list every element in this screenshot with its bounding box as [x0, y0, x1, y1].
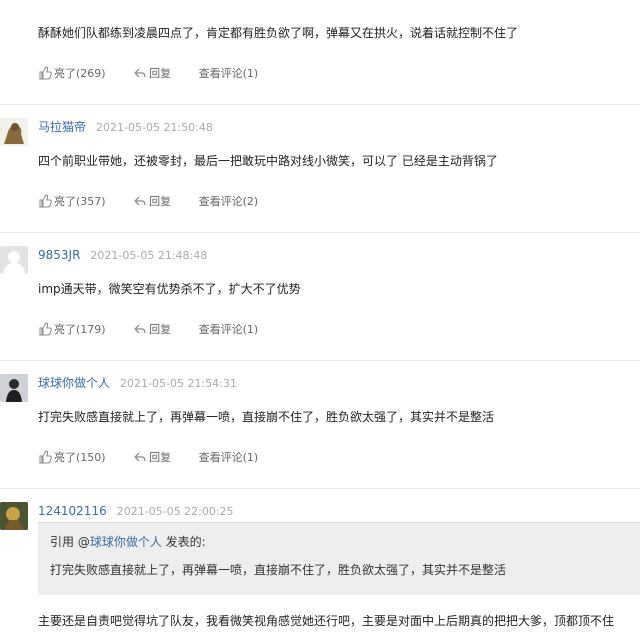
view-comments-label: 查看评论(1)	[198, 451, 259, 464]
quote-block: 引用 @球球你做个人 发表的: 打完失败感直接就上了，再弹幕一喷，直接崩不住了，…	[38, 522, 640, 595]
reply-button[interactable]: 回复	[133, 322, 171, 338]
thumbs-up-icon	[39, 450, 52, 464]
comment-item: 马拉猫帝 2021-05-05 21:50:48 四个前职业带她，还被零封，最后一…	[0, 104, 640, 233]
quote-header: 引用 @球球你做个人 发表的:	[50, 533, 206, 550]
like-count: 亮了(179)	[54, 323, 106, 336]
comment-content: 酥酥她们队都练到凌晨四点了，肯定都有胜负欲了啊，弹幕又在拱火，说着话就控制不住了	[38, 26, 519, 40]
comment-actions: 亮了(179) 回复 查看评论(1)	[38, 322, 282, 338]
timestamp: 2021-05-05 21:50:48	[96, 121, 213, 134]
like-button[interactable]: 亮了(179)	[38, 322, 106, 338]
comment-meta: 9853JR 2021-05-05 21:48:48	[38, 246, 207, 262]
username[interactable]: 球球你做个人	[38, 376, 110, 390]
username[interactable]: 马拉猫帝	[38, 120, 86, 134]
reply-label: 回复	[149, 451, 172, 464]
reply-button[interactable]: 回复	[133, 66, 171, 82]
comment-actions: 亮了(357) 回复 查看评论(2)	[38, 194, 282, 210]
like-button[interactable]: 亮了(150)	[38, 450, 106, 466]
reply-label: 回复	[149, 67, 172, 80]
avatar[interactable]	[0, 118, 28, 146]
avatar[interactable]	[0, 374, 28, 402]
quote-suffix: 发表的:	[161, 535, 206, 549]
avatar[interactable]	[0, 502, 28, 530]
reply-arrow-icon	[134, 68, 146, 78]
username[interactable]: 9853JR	[38, 248, 80, 262]
thumbs-up-icon	[39, 322, 52, 336]
reply-arrow-icon	[134, 452, 146, 462]
comment-item: 9853JR 2021-05-05 21:48:48 imp通天带，微笑空有优势杀…	[0, 232, 640, 361]
timestamp: 2021-05-05 22:00:25	[116, 505, 234, 518]
view-comments-label: 查看评论(2)	[198, 195, 259, 208]
like-count: 亮了(357)	[54, 195, 106, 208]
comment-content: 四个前职业带她，还被零封，最后一把敢玩中路对线小微笑，可以了 已经是主动背锅了	[38, 154, 498, 168]
view-comments-label: 查看评论(1)	[198, 67, 259, 80]
quote-text: 打完失败感直接就上了，再弹幕一喷，直接崩不住了，胜负欲太强了，其实并不是整活	[50, 563, 507, 577]
view-comments-link[interactable]: 查看评论(1)	[199, 322, 259, 338]
comment-actions: 亮了(150) 回复 查看评论(1)	[38, 450, 282, 466]
reply-arrow-icon	[134, 324, 146, 334]
reply-label: 回复	[149, 195, 172, 208]
like-count: 亮了(150)	[54, 451, 106, 464]
timestamp: 2021-05-05 21:48:48	[90, 249, 208, 262]
view-comments-label: 查看评论(1)	[198, 323, 259, 336]
comment-meta: 马拉猫帝 2021-05-05 21:50:48	[38, 118, 213, 134]
avatar[interactable]	[0, 246, 28, 274]
timestamp: 2021-05-05 21:54:31	[120, 377, 237, 390]
quote-username[interactable]: 球球你做个人	[90, 535, 162, 549]
thumbs-up-icon	[39, 66, 52, 80]
like-button[interactable]: 亮了(269)	[38, 66, 106, 82]
comment-content: imp通天带，微笑空有优势杀不了，扩大不了优势	[38, 282, 301, 296]
thumbs-up-icon	[39, 194, 52, 208]
username[interactable]: 124102116	[38, 504, 107, 518]
reply-button[interactable]: 回复	[133, 450, 171, 466]
reply-label: 回复	[149, 323, 172, 336]
comment-actions: 亮了(269) 回复 查看评论(1)	[38, 66, 282, 82]
comment-item: 球球你做个人 2021-05-05 21:54:31 打完失败感直接就上了，再弹幕…	[0, 360, 640, 489]
view-comments-link[interactable]: 查看评论(2)	[199, 194, 259, 210]
quote-prefix: 引用 @	[50, 535, 90, 549]
view-comments-link[interactable]: 查看评论(1)	[199, 66, 259, 82]
reply-arrow-icon	[134, 196, 146, 206]
comment-meta: 球球你做个人 2021-05-05 21:54:31	[38, 374, 237, 390]
comment-item: 酥酥她们队都练到凌晨四点了，肯定都有胜负欲了啊，弹幕又在拱火，说着话就控制不住了…	[0, 0, 640, 105]
like-button[interactable]: 亮了(357)	[38, 194, 106, 210]
reply-button[interactable]: 回复	[133, 194, 171, 210]
view-comments-link[interactable]: 查看评论(1)	[199, 450, 259, 466]
comment-content: 主要还是自责吧觉得坑了队友，我看微笑视角感觉她还行吧，主要是对面中上后期真的把把…	[38, 614, 615, 628]
like-count: 亮了(269)	[54, 67, 106, 80]
comment-content: 打完失败感直接就上了，再弹幕一喷，直接崩不住了，胜负欲太强了，其实并不是整活	[38, 410, 495, 424]
comment-meta: 124102116 2021-05-05 22:00:25	[38, 502, 234, 518]
